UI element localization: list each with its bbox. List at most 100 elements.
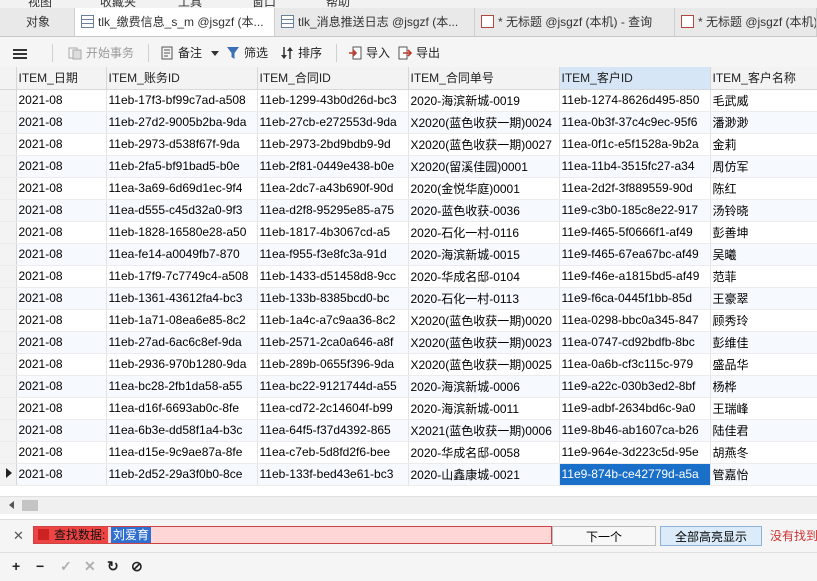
table-cell[interactable]: 11eb-2571-2ca0a646-a8f xyxy=(257,331,409,354)
table-cell[interactable]: 2021-08 xyxy=(16,309,107,332)
table-cell[interactable]: 11eb-133f-bed43e61-bc3 xyxy=(257,463,409,486)
refresh-icon[interactable]: ↻ xyxy=(107,558,119,575)
table-cell[interactable]: 管嘉怡 xyxy=(710,463,817,486)
table-cell[interactable]: 汤铃晓 xyxy=(710,199,817,222)
table-row[interactable]: 2021-08 11eb-1828-16580e28-a50 11eb-1817-4… xyxy=(0,221,817,244)
table-row[interactable]: 2021-08 11eb-1361-43612fa4-bc3 11eb-133b-8… xyxy=(0,287,817,310)
table-cell[interactable]: 11ea-6b3e-dd58f1a4-b3c xyxy=(106,419,258,442)
row-indicator[interactable] xyxy=(0,463,17,486)
table-cell[interactable]: 11ea-d16f-6693ab0c-8fe xyxy=(106,397,258,420)
table-cell[interactable]: 11ea-c7eb-5d8fd2f6-bee xyxy=(257,441,409,464)
table-row[interactable]: 2021-08 11ea-d15e-9c9ae87a-8fe 11ea-c7eb-5… xyxy=(0,441,817,464)
table-cell[interactable]: 王豪翠 xyxy=(710,287,817,310)
table-cell[interactable]: 顾秀玲 xyxy=(710,309,817,332)
table-cell[interactable]: X2020(蓝色收获一期)0025 xyxy=(408,353,560,376)
table-row[interactable]: 2021-08 11eb-2973-d538f67f-9da 11eb-2973-2… xyxy=(0,133,817,156)
table-cell[interactable]: 2021-08 xyxy=(16,133,107,156)
row-indicator[interactable] xyxy=(0,441,17,464)
table-row[interactable]: 2021-08 11ea-6b3e-dd58f1a4-b3c 11ea-64f5-f… xyxy=(0,419,817,442)
menu-item[interactable]: 工具 xyxy=(178,0,202,8)
row-indicator[interactable] xyxy=(0,111,17,134)
find-input[interactable]: 查找数据: 刘爱育 xyxy=(33,526,580,544)
table-cell[interactable]: 11eb-1361-43612fa4-bc3 xyxy=(106,287,258,310)
table-cell[interactable]: 11eb-2d52-29a3f0b0-8ce xyxy=(106,463,258,486)
table-cell[interactable]: 11e9-f6ca-0445f1bb-85d xyxy=(559,287,711,310)
close-find-icon[interactable]: ✕ xyxy=(13,528,24,544)
row-indicator[interactable] xyxy=(0,265,17,288)
scroll-left-icon[interactable] xyxy=(9,501,14,509)
table-cell[interactable]: 2020-华成名邸-0104 xyxy=(408,265,560,288)
row-indicator[interactable] xyxy=(0,353,17,376)
table-cell[interactable]: 2020-华成名邸-0058 xyxy=(408,441,560,464)
row-indicator[interactable] xyxy=(0,309,17,332)
table-cell[interactable]: 11ea-2d2f-3f889559-90d xyxy=(559,177,711,200)
table-row[interactable]: 2021-08 11eb-27d2-9005b2ba-9da 11eb-27cb-e… xyxy=(0,111,817,134)
table-cell[interactable]: 2021-08 xyxy=(16,287,107,310)
row-indicator[interactable] xyxy=(0,243,17,266)
sort-button[interactable]: 排序 xyxy=(280,43,322,63)
table-cell[interactable]: 彭维佳 xyxy=(710,331,817,354)
add-record-icon[interactable]: + xyxy=(12,558,20,574)
table-cell[interactable]: 11eb-1433-d51458d8-9cc xyxy=(257,265,409,288)
table-cell[interactable]: 11eb-1817-4b3067cd-a5 xyxy=(257,221,409,244)
table-cell[interactable]: 2020-海滨新城-0011 xyxy=(408,397,560,420)
table-cell[interactable]: 11ea-11b4-3515fc27-a34 xyxy=(559,155,711,178)
note-button[interactable]: 备注 xyxy=(160,43,220,63)
table-cell[interactable]: 2021-08 xyxy=(16,265,107,288)
tab[interactable]: * 无标题 @jsgzf (本机) - xyxy=(675,8,817,36)
table-cell[interactable]: 2020-海滨新城-0015 xyxy=(408,243,560,266)
table-cell[interactable]: 11e9-c3b0-185c8e22-917 xyxy=(559,199,711,222)
table-row[interactable]: 2021-08 11ea-3a69-6d69d1ec-9f4 11ea-2dc7-a… xyxy=(0,177,817,200)
table-cell[interactable]: 2021-08 xyxy=(16,353,107,376)
highlight-all-button[interactable]: 全部高亮显示 xyxy=(660,526,762,546)
find-next-button[interactable]: 下一个 xyxy=(552,526,656,546)
table-row[interactable]: 2021-08 11eb-1a71-08ea6e85-8c2 11eb-1a4c-a… xyxy=(0,309,817,332)
column-header[interactable]: ITEM_合同单号 xyxy=(408,67,560,90)
table-cell[interactable]: 陆佳君 xyxy=(710,419,817,442)
table-cell[interactable]: 杨桦 xyxy=(710,375,817,398)
table-cell[interactable]: 11ea-0a6b-cf3c115c-979 xyxy=(559,353,711,376)
row-indicator[interactable] xyxy=(0,89,17,112)
table-cell[interactable]: 胡燕冬 xyxy=(710,441,817,464)
table-cell[interactable]: 11eb-27ad-6ac6c8ef-9da xyxy=(106,331,258,354)
table-cell[interactable]: 11ea-f955-f3e8fc3a-91d xyxy=(257,243,409,266)
table-cell[interactable]: 2021-08 xyxy=(16,221,107,244)
table-cell[interactable]: X2021(蓝色收获一期)0006 xyxy=(408,419,560,442)
table-cell[interactable]: 11ea-fe14-a0049fb7-870 xyxy=(106,243,258,266)
table-cell[interactable]: 11e9-f465-5f0666f1-af49 xyxy=(559,221,711,244)
table-cell[interactable]: 2021-08 xyxy=(16,331,107,354)
row-indicator[interactable] xyxy=(0,221,17,244)
chevron-down-icon[interactable] xyxy=(211,51,220,57)
table-cell[interactable]: 2021-08 xyxy=(16,199,107,222)
table-cell[interactable]: 11eb-17f9-7c7749c4-a508 xyxy=(106,265,258,288)
table-cell[interactable]: 2021-08 xyxy=(16,243,107,266)
export-button[interactable]: 导出 xyxy=(398,43,440,63)
table-cell[interactable]: 11e9-874b-ce42779d-a5a xyxy=(559,463,711,486)
row-indicator[interactable] xyxy=(0,155,17,178)
table-cell[interactable]: 11eb-1828-16580e28-a50 xyxy=(106,221,258,244)
table-row[interactable]: 2021-08 11ea-bc28-2fb1da58-a55 11ea-bc22-9… xyxy=(0,375,817,398)
table-row[interactable]: 2021-08 11eb-17f9-7c7749c4-a508 11eb-1433-… xyxy=(0,265,817,288)
table-cell[interactable]: 11ea-d555-c45d32a0-9f3 xyxy=(106,199,258,222)
table-cell[interactable]: 11ea-0f1c-e5f1528a-9b2a xyxy=(559,133,711,156)
table-cell[interactable]: 11ea-0b3f-37c4c9ec-95f6 xyxy=(559,111,711,134)
table-cell[interactable]: 11ea-bc22-9121744d-a55 xyxy=(257,375,409,398)
begin-transaction-button[interactable]: 开始事务 xyxy=(68,43,134,63)
table-cell[interactable]: 11e9-f46e-a1815bd5-af49 xyxy=(559,265,711,288)
table-cell[interactable]: 11eb-2973-d538f67f-9da xyxy=(106,133,258,156)
table-cell[interactable]: 11ea-3a69-6d69d1ec-9f4 xyxy=(106,177,258,200)
menu-item[interactable]: 收藏夹 xyxy=(100,0,136,8)
table-cell[interactable]: 11ea-0298-bbc0a345-847 xyxy=(559,309,711,332)
table-row[interactable]: 2021-08 11ea-fe14-a0049fb7-870 11ea-f955-f… xyxy=(0,243,817,266)
import-button[interactable]: 导入 xyxy=(348,43,390,63)
table-cell[interactable]: 金莉 xyxy=(710,133,817,156)
table-cell[interactable]: 11eb-2fa5-bf91bad5-b0e xyxy=(106,155,258,178)
column-header[interactable]: ITEM_日期 xyxy=(16,67,107,90)
row-indicator[interactable] xyxy=(0,287,17,310)
table-cell[interactable]: 11eb-2936-970b1280-9da xyxy=(106,353,258,376)
table-cell[interactable]: 2021-08 xyxy=(16,111,107,134)
table-cell[interactable]: 11eb-1a71-08ea6e85-8c2 xyxy=(106,309,258,332)
table-cell[interactable]: 11ea-2dc7-a43b690f-90d xyxy=(257,177,409,200)
table-cell[interactable]: X2020(蓝色收获一期)0020 xyxy=(408,309,560,332)
table-cell[interactable]: 11ea-d15e-9c9ae87a-8fe xyxy=(106,441,258,464)
